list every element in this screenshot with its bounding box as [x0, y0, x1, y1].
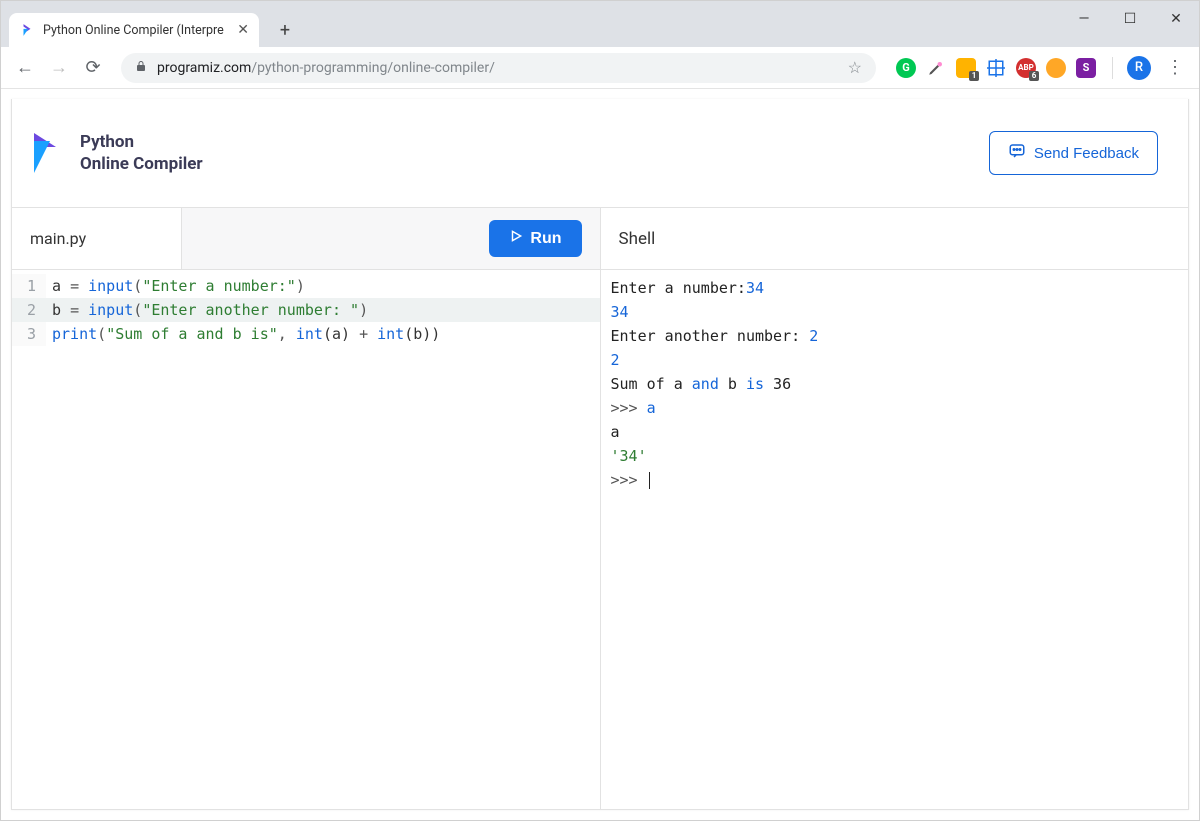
lock-icon: [135, 60, 147, 75]
ext-badge: 6: [1029, 71, 1039, 81]
titlebar: Python Online Compiler (Interpre ✕ + — ☐…: [1, 1, 1199, 47]
page-content: Python Online Compiler Send Feedback mai…: [11, 99, 1189, 810]
shell-line: '34': [611, 444, 1179, 468]
run-label: Run: [530, 230, 561, 248]
code-line[interactable]: 2b = input("Enter another number: "): [12, 298, 600, 322]
shell-line: 2: [611, 348, 1179, 372]
shell-line: >>> a: [611, 396, 1179, 420]
bookmark-star-icon[interactable]: ☆: [848, 58, 862, 77]
nav-back-icon[interactable]: ←: [11, 54, 39, 82]
send-feedback-button[interactable]: Send Feedback: [989, 131, 1158, 175]
code-line[interactable]: 1a = input("Enter a number:"): [12, 274, 600, 298]
url-path: /python-programming/online-compiler/: [251, 60, 495, 76]
file-tab[interactable]: main.py: [12, 208, 182, 269]
shell-line: >>>: [611, 468, 1179, 492]
feedback-label: Send Feedback: [1034, 145, 1139, 162]
window-controls: — ☐ ✕: [1061, 1, 1199, 37]
browser-tab[interactable]: Python Online Compiler (Interpre ✕: [9, 13, 259, 47]
editor-toolbar: Run: [182, 208, 600, 269]
shell-line: Enter a number:34: [611, 276, 1179, 300]
play-icon: [509, 229, 523, 248]
ext-yellow-icon[interactable]: 1: [956, 58, 976, 78]
shell-pane: Shell Enter a number:3434Enter another n…: [601, 208, 1189, 809]
nav-reload-icon[interactable]: ⟳: [79, 54, 107, 82]
ext-s-icon[interactable]: S: [1076, 58, 1096, 78]
workspace: main.py Run 1a = input("Enter a number:"…: [12, 207, 1188, 809]
shell-cursor: [649, 472, 651, 489]
favicon-icon: [19, 22, 35, 38]
window-close[interactable]: ✕: [1153, 1, 1199, 37]
ext-abp-icon[interactable]: ABP6: [1016, 58, 1036, 78]
chat-icon: [1008, 142, 1026, 164]
divider: [1112, 57, 1113, 79]
code-content: b = input("Enter another number: "): [46, 298, 368, 322]
editor-pane: main.py Run 1a = input("Enter a number:"…: [12, 208, 601, 809]
line-number: 3: [12, 322, 46, 346]
tab-title: Python Online Compiler (Interpre: [43, 23, 231, 38]
ext-grammarly-icon[interactable]: G: [896, 58, 916, 78]
nav-forward-icon[interactable]: →: [45, 54, 73, 82]
programiz-logo-icon: [26, 129, 66, 177]
address-bar[interactable]: programiz.com/python-programming/online-…: [121, 53, 876, 83]
browser-menu-icon[interactable]: ⋮: [1161, 57, 1189, 78]
new-tab-button[interactable]: +: [271, 16, 299, 44]
shell-line: 34: [611, 300, 1179, 324]
title-line1: Python: [80, 131, 203, 153]
shell-line: Sum of a and b is 36: [611, 372, 1179, 396]
profile-avatar[interactable]: R: [1127, 56, 1151, 80]
url-domain: programiz.com: [157, 60, 251, 76]
run-button[interactable]: Run: [489, 220, 581, 257]
logo-text: Python Online Compiler: [80, 131, 203, 175]
title-line2: Online Compiler: [80, 153, 203, 175]
shell-line: Enter another number: 2: [611, 324, 1179, 348]
browser-toolbar: ← → ⟳ programiz.com/python-programming/o…: [1, 47, 1199, 89]
line-number: 1: [12, 274, 46, 298]
line-number: 2: [12, 298, 46, 322]
ext-grid-icon[interactable]: [986, 58, 1006, 78]
code-editor[interactable]: 1a = input("Enter a number:")2b = input(…: [12, 270, 600, 809]
window-maximize[interactable]: ☐: [1107, 1, 1153, 37]
page-header: Python Online Compiler Send Feedback: [12, 99, 1188, 207]
shell-line: a: [611, 420, 1179, 444]
ext-orange-icon[interactable]: [1046, 58, 1066, 78]
code-content: print("Sum of a and b is", int(a) + int(…: [46, 322, 440, 346]
extension-icons: G 1 ABP6 S: [896, 58, 1096, 78]
ext-badge: 1: [969, 71, 979, 81]
editor-header: main.py Run: [12, 208, 600, 270]
code-line[interactable]: 3print("Sum of a and b is", int(a) + int…: [12, 322, 600, 346]
code-content: a = input("Enter a number:"): [46, 274, 305, 298]
window-minimize[interactable]: —: [1061, 1, 1107, 37]
browser-window: Python Online Compiler (Interpre ✕ + — ☐…: [0, 0, 1200, 821]
shell-header: Shell: [601, 208, 1189, 270]
shell-terminal[interactable]: Enter a number:3434Enter another number:…: [601, 270, 1189, 809]
ext-eyedropper-icon[interactable]: [926, 58, 946, 78]
tab-close-icon[interactable]: ✕: [237, 22, 249, 38]
